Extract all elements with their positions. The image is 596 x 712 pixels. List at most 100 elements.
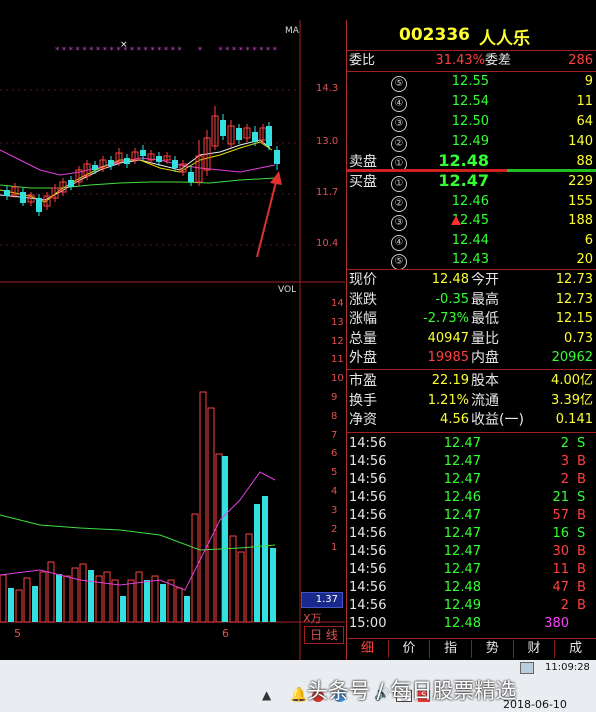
order-book-row[interactable]: ⑤ 12.43 20: [347, 251, 596, 270]
volume-bar: [39, 571, 47, 623]
vol-tick-label: 5: [331, 467, 338, 479]
level-marker: ⑤: [391, 252, 407, 270]
stat-label: 流通: [471, 392, 499, 409]
tick-volume: 2: [560, 472, 569, 487]
tick-volume: 47: [552, 580, 569, 595]
stat-label: 今开: [471, 272, 499, 288]
volume-bar: [88, 570, 94, 622]
tick-row[interactable]: 14:56 12.46 21 S: [347, 489, 596, 507]
tick-row[interactable]: 14:56 12.47 57 B: [347, 507, 596, 525]
chevron-up-icon[interactable]: ▲: [262, 688, 271, 702]
level-marker: ①: [391, 174, 407, 192]
tick-row[interactable]: 14:56 12.47 2 S: [347, 435, 596, 453]
tick-row[interactable]: 14:56 12.47 30 B: [347, 543, 596, 561]
volume-bar: [79, 563, 87, 623]
volume-bar: [111, 579, 119, 623]
signal-marker: *: [130, 46, 135, 56]
volume-bar: [63, 575, 71, 623]
volume-bar: [103, 571, 111, 623]
signal-marker: *: [157, 46, 162, 56]
tick-volume: 2: [560, 436, 569, 451]
tick-row[interactable]: 14:56 12.47 16 S: [347, 525, 596, 543]
signal-marker: *: [259, 46, 264, 56]
order-book-row[interactable]: ③ 12.50 64: [347, 113, 596, 132]
volume-bar: [151, 575, 159, 623]
level-circle: ④: [391, 96, 407, 112]
stat-value: 12.73: [555, 291, 593, 307]
tab-2[interactable]: 指: [430, 640, 472, 658]
order-book-row[interactable]: 买盘 ① 12.47 229: [347, 172, 596, 192]
tick-row[interactable]: 14:56 12.49 2 B: [347, 597, 596, 615]
tab-3[interactable]: 势: [472, 640, 514, 658]
tick-volume: 16: [552, 526, 569, 541]
notification-icon[interactable]: 🔔: [290, 687, 307, 703]
order-book-row[interactable]: ③ 12.45 188: [347, 212, 596, 231]
level-circle: ③: [391, 116, 407, 132]
watermark: 头条号 / 每日股票精选: [307, 679, 517, 703]
stat-value: 0.141: [555, 412, 593, 427]
ratio-value: 31.43%: [435, 53, 485, 68]
tick-price: 12.46: [443, 490, 481, 505]
tick-price: 12.49: [443, 598, 481, 613]
stat-value: 1.21%: [427, 392, 469, 408]
candle-body: [236, 128, 242, 140]
signal-marker: *: [137, 46, 142, 56]
stat-label: 市盈: [349, 373, 377, 389]
candle-body: [68, 180, 74, 187]
order-book-row[interactable]: ② 12.49 140: [347, 133, 596, 152]
stat-label: 量比: [471, 330, 499, 347]
kline-chart[interactable]: × * * * * * * * * * * * * * * * * * * * * * * * * * * * * *: [0, 20, 345, 660]
tick-row[interactable]: 15:00 12.48 380: [347, 615, 596, 633]
tick-volume: 30: [552, 544, 569, 559]
stat-label: 涨跌: [349, 291, 377, 308]
date-label: 6: [222, 627, 229, 640]
stat-value: 22.19: [431, 373, 469, 388]
tick-row[interactable]: 14:56 12.47 3 B: [347, 453, 596, 471]
vol-tick-label: 3: [331, 504, 338, 516]
network-icon[interactable]: [520, 662, 534, 674]
stat-value: -0.35: [435, 291, 469, 307]
tab-4[interactable]: 财: [514, 640, 556, 658]
vol-unit: X万: [303, 612, 322, 625]
level-circle: ④: [391, 234, 407, 251]
order-book-row[interactable]: ② 12.46 155: [347, 193, 596, 212]
signal-marker: *: [225, 46, 230, 56]
tab-0[interactable]: 细: [347, 640, 389, 658]
price-tick-label: 10.4: [316, 238, 339, 249]
kline-chart-pane[interactable]: × * * * * * * * * * * * * * * * * * * * * * * * * * * * * * MA 14.3 …: [0, 20, 345, 660]
tab-5[interactable]: 成: [555, 640, 596, 658]
volume-bar: [32, 586, 38, 622]
volume-bar: [191, 513, 199, 623]
order-book-row[interactable]: ⑤ 12.55 9: [347, 73, 596, 92]
tick-row[interactable]: 14:56 12.47 11 B: [347, 561, 596, 579]
order-book-row[interactable]: ④ 12.44 6: [347, 232, 596, 251]
book-price: 12.44: [451, 232, 489, 248]
signal-marker: *: [82, 46, 87, 56]
signal-marker: *: [123, 46, 128, 56]
tick-time: 14:56: [349, 562, 387, 577]
stat-value: -2.73%: [423, 311, 469, 326]
volume-bar: [56, 574, 62, 622]
tick-row[interactable]: 14:56 12.47 2 B: [347, 471, 596, 489]
tick-side: B: [577, 454, 586, 469]
volume-bar: [71, 567, 79, 623]
vol-tick-label: 10: [331, 373, 344, 385]
tick-time: 14:56: [349, 580, 387, 595]
signal-marker: *: [198, 46, 203, 56]
taskbar: 11:09:28 ▲ 🔔 🔊 S 头条号 / 每日股票精选 2018-06-10: [0, 660, 596, 712]
tick-side: S: [577, 436, 586, 451]
price-tick-label: 14.3: [316, 83, 339, 94]
tick-row[interactable]: 14:56 12.48 47 B: [347, 579, 596, 597]
level-circle: ②: [391, 195, 407, 212]
volume-bar: [0, 574, 7, 623]
tick-side: S: [577, 490, 586, 505]
tick-price: 12.47: [443, 508, 481, 523]
tab-1[interactable]: 价: [389, 640, 431, 658]
vol-label: VOL: [278, 285, 297, 295]
tick-volume: 2: [560, 598, 569, 613]
period-tab-daily[interactable]: 日 线: [304, 626, 344, 644]
signal-marker: *: [150, 46, 155, 56]
ratio-label: 委比: [349, 53, 376, 68]
level-circle: ③: [391, 215, 407, 231]
order-book-row[interactable]: ④ 12.54 11: [347, 93, 596, 112]
